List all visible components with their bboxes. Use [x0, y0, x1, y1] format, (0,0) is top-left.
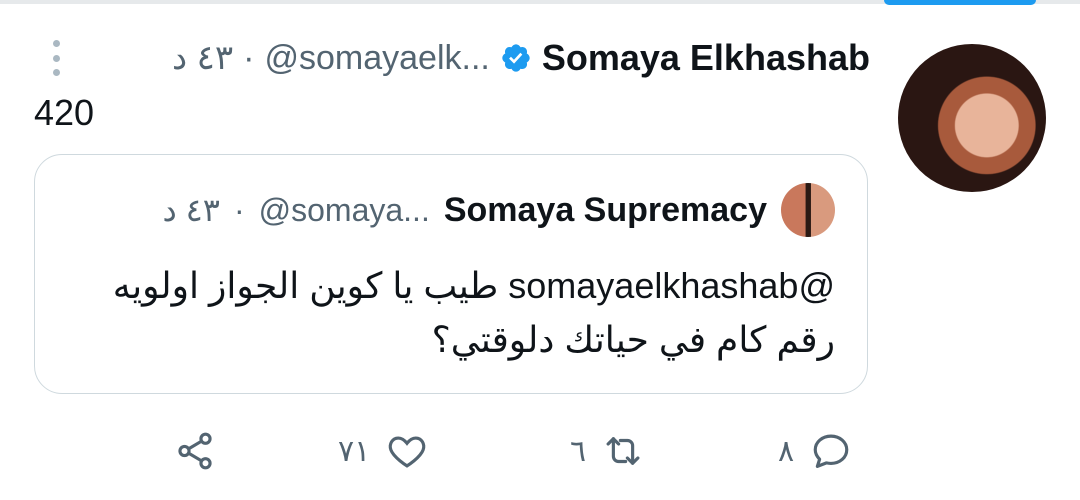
top-button-edge[interactable] [884, 0, 1036, 5]
quoted-tweet-card[interactable]: Somaya Supremacy @somaya... · ٤٣ د @soma… [34, 154, 868, 394]
quote-avatar[interactable] [781, 183, 835, 237]
heart-icon [388, 436, 426, 468]
retweet-icon [606, 437, 640, 465]
reply-button[interactable]: ٨ [778, 426, 852, 476]
quote-text: @somayaelkhashab طيب يا كوين الجواز اولو… [55, 259, 835, 367]
separator: · [243, 38, 255, 77]
avatar[interactable] [898, 44, 1046, 192]
verified-badge-icon [502, 44, 530, 72]
like-button[interactable]: ٧١ [338, 426, 428, 476]
quote-author-name[interactable]: Somaya Supremacy [444, 191, 767, 230]
quote-text-line2: رقم كام في حياتك دلوقتي؟ [431, 319, 835, 360]
action-bar: ٧١ ٦ ٨ [0, 426, 1080, 476]
quote-author-handle[interactable]: @somaya... [259, 192, 430, 229]
quote-text-line1: @somayaelkhashab طيب يا كوين الجواز اولو… [112, 265, 835, 306]
tweet-text: 420 [34, 92, 95, 133]
timestamp[interactable]: ٤٣ د [172, 38, 233, 78]
retweet-count: ٦ [570, 434, 587, 468]
quote-separator: · [233, 191, 245, 228]
retweet-button[interactable]: ٦ [570, 426, 644, 476]
tweet-header: Somaya Elkhashab @somayaelk... · ٤٣ د [172, 36, 870, 80]
author-name[interactable]: Somaya Elkhashab [542, 37, 870, 79]
author-handle[interactable]: @somayaelk... [264, 39, 489, 78]
quote-timestamp[interactable]: ٤٣ د [162, 191, 220, 229]
reply-icon [813, 434, 849, 468]
more-menu-icon[interactable] [46, 40, 66, 76]
reply-count: ٨ [778, 434, 795, 468]
share-button[interactable] [174, 426, 216, 476]
share-icon [178, 432, 212, 470]
quote-header: Somaya Supremacy @somaya... · ٤٣ د [162, 183, 835, 237]
like-count: ٧١ [338, 434, 371, 468]
